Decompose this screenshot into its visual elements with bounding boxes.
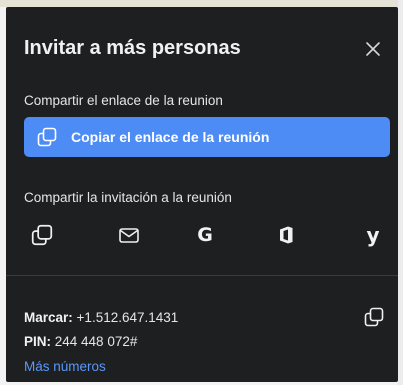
email-share-button[interactable]: [117, 223, 141, 247]
copy-icon: [37, 127, 57, 147]
copy-icon: [31, 224, 53, 246]
office-share-button[interactable]: [274, 223, 298, 247]
window-right-edge: [398, 0, 403, 385]
google-icon: G: [197, 224, 213, 246]
more-numbers-link[interactable]: Más números: [24, 359, 106, 374]
dial-label: Marcar:: [24, 310, 73, 325]
copy-invitation-button[interactable]: [30, 223, 54, 247]
yahoo-icon: y: [366, 223, 380, 247]
pin-line: PIN: 244 448 072#: [24, 334, 137, 349]
copy-meeting-link-label: Copiar el enlace de la reunión: [71, 129, 270, 145]
dial-number: +1.512.647.1431: [76, 310, 179, 325]
share-link-label: Compartir el enlace de la reunion: [24, 93, 223, 108]
copy-meeting-link-button[interactable]: Copiar el enlace de la reunión: [24, 117, 390, 157]
pin-label: PIN:: [24, 334, 51, 349]
close-icon: [366, 42, 380, 56]
pin-value: 244 448 072#: [54, 334, 138, 349]
mail-icon: [119, 228, 139, 243]
share-invitation-label: Compartir la invitación a la reunión: [24, 190, 232, 205]
dial-in-line: Marcar: +1.512.647.1431: [24, 310, 178, 325]
close-button[interactable]: [364, 40, 382, 58]
dialog-title: Invitar a más personas: [24, 37, 241, 59]
office-icon: [280, 226, 293, 244]
google-share-button[interactable]: G: [193, 223, 217, 247]
yahoo-share-button[interactable]: y: [361, 223, 385, 247]
invite-dialog: Invitar a más personas Compartir el enla…: [6, 7, 398, 382]
share-options-row: G y: [6, 223, 398, 253]
copy-dial-in-button[interactable]: [363, 306, 385, 328]
copy-icon: [364, 307, 384, 327]
window-top-edge: [0, 0, 403, 7]
section-divider: [6, 275, 398, 276]
